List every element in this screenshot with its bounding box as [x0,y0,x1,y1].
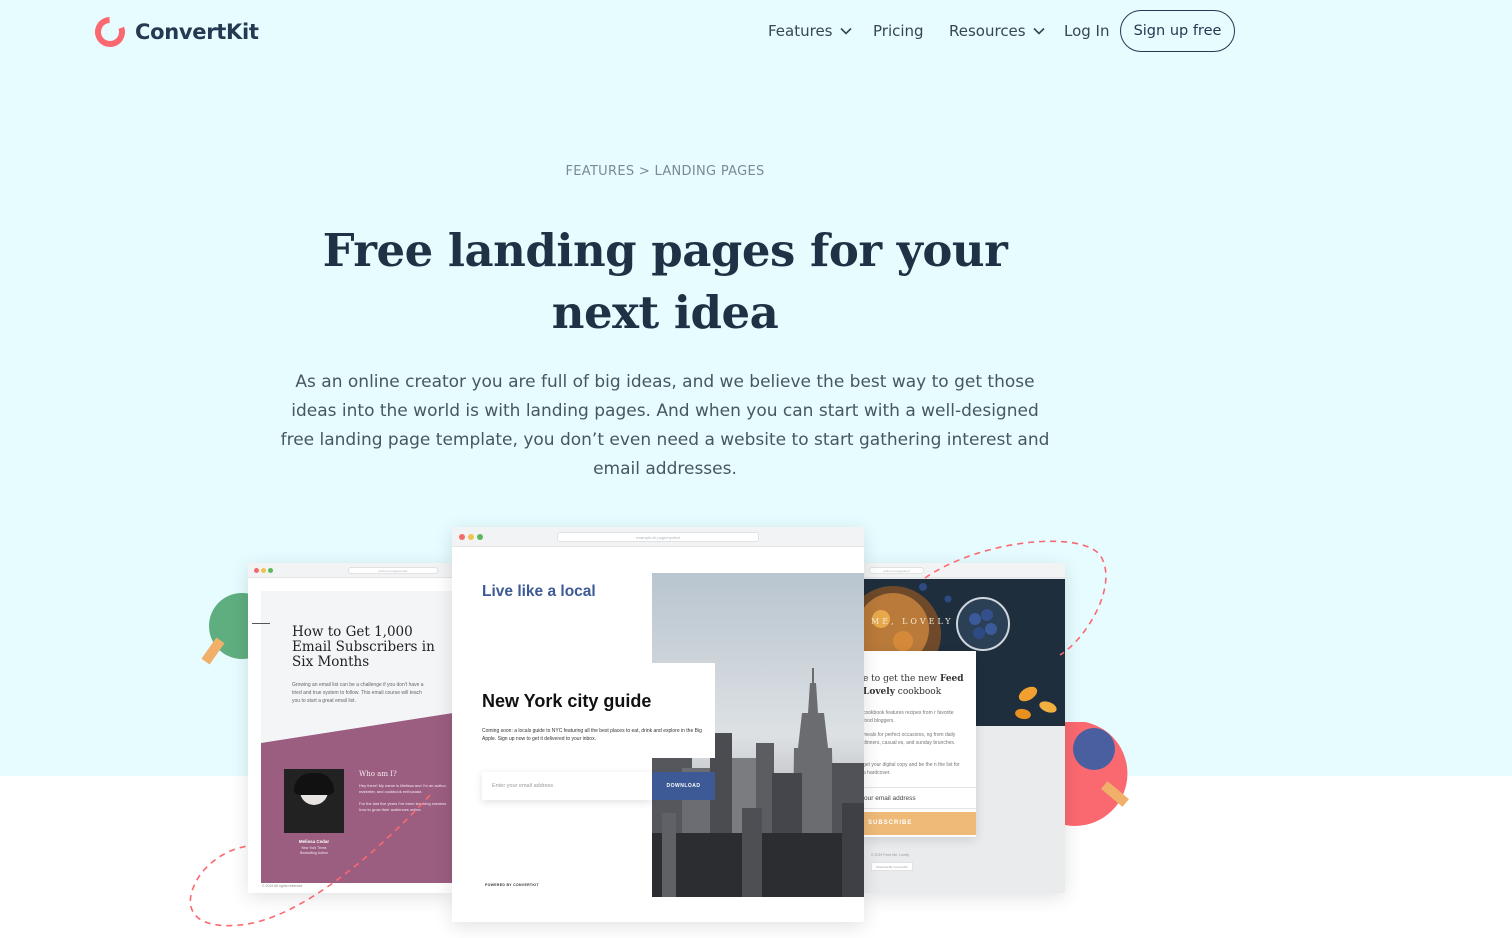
maximize-dot [268,568,273,573]
url-bar: author.ck.page/feed [869,567,924,574]
who-title: Who am I? [359,770,397,778]
nav-pricing[interactable]: Pricing [873,10,924,52]
breadcrumb-landing-pages[interactable]: LANDING PAGES [654,164,764,179]
author-photo [284,769,344,833]
minimize-dot [468,534,474,540]
nav-login[interactable]: Log In [1064,10,1110,52]
cookbook-email-input[interactable]: our email address [863,787,976,809]
nyc-tagline: Live like a local [482,583,596,600]
download-button[interactable]: DOWNLOAD [652,772,715,800]
mock-left-footer: © 2019 All rights reserved [262,884,303,888]
template-preview-email-course[interactable]: author.ck.page/emails How to Get 1,000 E… [248,563,453,893]
site-header: ConvertKit Features Pricing Resources Lo… [0,0,1512,64]
mock-left-body: Growing an email list can be a challenge… [292,682,424,704]
chevron-down-icon [1033,27,1045,35]
cookbook-heading-d: cookbook [894,687,942,697]
browser-bar: author.ck.page/feed [863,563,1065,578]
close-dot [459,534,465,540]
nyc-heading: New York city guide [482,691,652,711]
cookbook-heading-c: Lovely [863,687,895,697]
cookbook-heading-b: Feed [939,674,964,684]
cookbook-heading-a: e to get the new [863,674,940,684]
url-bar: example.ck.page/nycfirst [557,532,759,542]
cookbook-p3: get your digital copy and be the n the l… [863,762,960,776]
who-body: Hey there! My name is Melissa and I'm an… [359,783,447,794]
nav-features[interactable]: Features [768,10,852,52]
nav-resources[interactable]: Resources [949,10,1045,52]
nyc-email-input[interactable]: Enter your email address [482,772,652,800]
nav-login-label: Log In [1064,22,1110,40]
nav-resources-label: Resources [949,22,1026,40]
cookbook-p1: cookbook features recipes from r favorit… [863,710,954,724]
nyc-body: Coming soon: a locals guide to NYC featu… [482,728,702,742]
logo[interactable]: ConvertKit [94,15,259,49]
author-hair [294,773,334,795]
cookbook-overlay-title: ME, LOVELY [871,617,954,626]
logo-text: ConvertKit [135,20,259,44]
page-title: Free landing pages for your next idea [322,224,1008,339]
chevron-down-icon [839,27,852,35]
convertkit-logo-icon [95,17,125,47]
mock-left-heading: How to Get 1,000 Email Subscribers in Si… [292,624,435,670]
url-bar: author.ck.page/emails [348,567,438,574]
template-preview-nyc-guide[interactable]: example.ck.page/nycfirst Live like a loc… [452,527,864,922]
nav-pricing-label: Pricing [873,22,924,40]
hero-description: As an online creator you are full of big… [280,372,1050,479]
signup-button[interactable]: Sign up free [1120,10,1235,52]
close-dot [254,568,259,573]
cookbook-p2: meals for perfect occasions, ng from dai… [863,732,956,746]
author-name: Melissa Cedar [298,839,330,844]
author-sub2: Bestselling Author [299,851,329,855]
template-preview-cookbook[interactable]: author.ck.page/feed ME, LOVELY e to get … [863,563,1065,893]
cookbook-footer: © 2019 Feed Me, Lovely [871,853,910,857]
breadcrumb-features[interactable]: FEATURES [565,164,634,179]
who-body-2: For the last five years I've been teachi… [359,801,447,812]
maximize-dot [477,534,483,540]
divider-line [252,623,270,624]
breadcrumb: FEATURES > LANDING PAGES [0,164,1330,179]
powered-badge[interactable]: Powered By ConvertKit [871,862,913,871]
subscribe-button[interactable]: SUBSCRIBE [863,812,976,835]
cookbook-heading: e to get the new Feed Lovely cookbook [863,673,973,699]
nav-features-label: Features [768,22,833,40]
breadcrumb-separator: > [638,164,651,179]
powered-by: POWERED BY CONVERTKIT [485,883,539,887]
browser-bar: example.ck.page/nycfirst [452,527,864,547]
browser-bar: author.ck.page/emails [248,563,453,578]
cookbook-form-card: e to get the new Feed Lovely cookbook coo… [863,651,976,837]
minimize-dot [261,568,266,573]
